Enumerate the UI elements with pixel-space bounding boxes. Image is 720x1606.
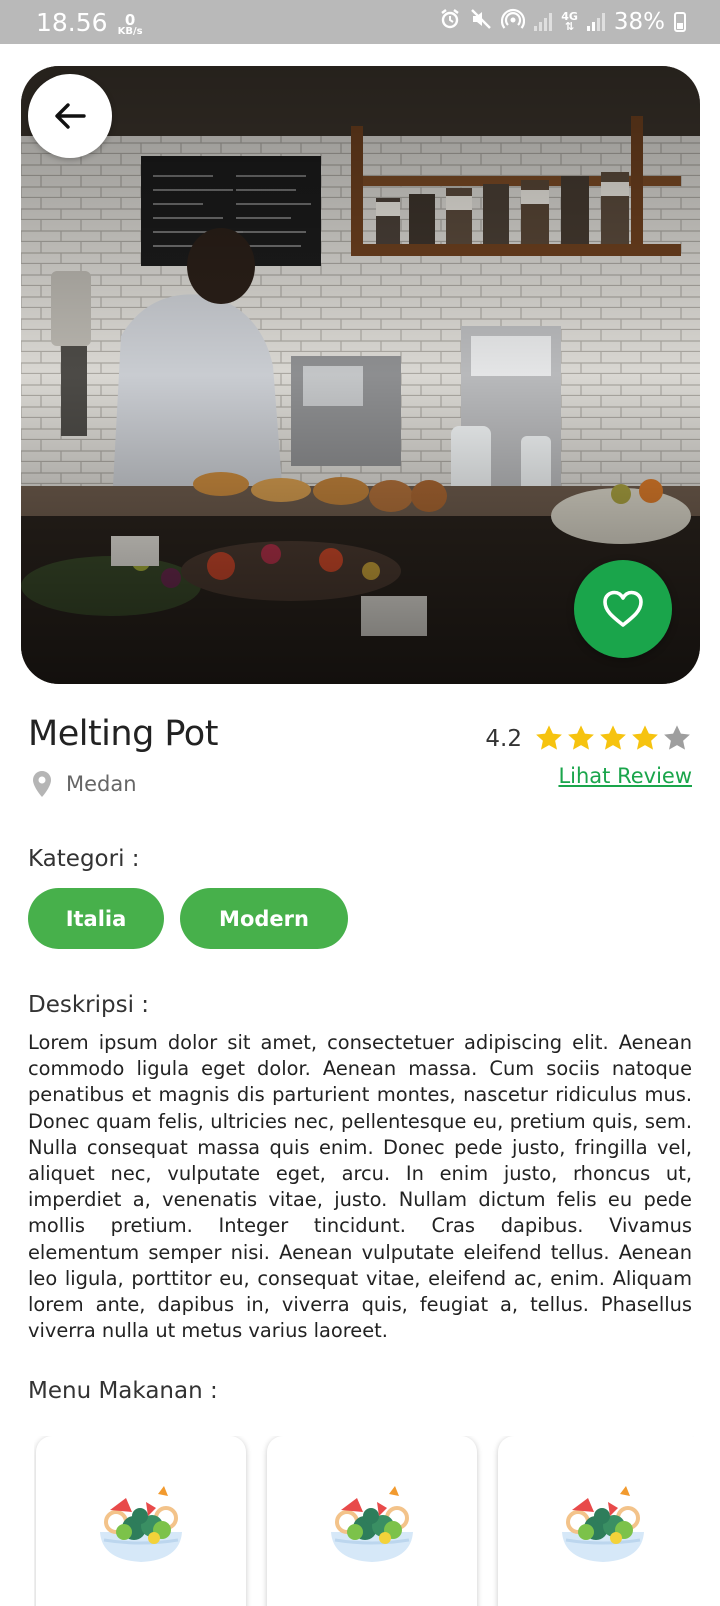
rating: 4.2	[485, 724, 692, 753]
net-speed-value: 0	[124, 10, 136, 29]
signal-icon	[534, 13, 553, 31]
location: Medan	[32, 770, 137, 798]
hotspot-icon	[501, 8, 526, 36]
mute-icon	[470, 8, 492, 36]
signal-icon	[586, 13, 605, 31]
menu-card[interactable]	[498, 1436, 694, 1606]
heart-outline-icon	[603, 590, 643, 627]
star-filled-icon	[536, 725, 562, 750]
menu-label: Menu Makanan :	[28, 1378, 218, 1404]
description-text: Lorem ipsum dolor sit amet, consectetuer…	[28, 1031, 692, 1343]
star-rating	[534, 724, 692, 753]
star-filled-icon	[568, 725, 594, 750]
salad-bowl-icon	[558, 1480, 648, 1574]
menu-card[interactable]	[36, 1436, 246, 1606]
back-button[interactable]	[28, 74, 112, 158]
status-bar: 18.56 0 KB/s 4G ⇅ 38%	[0, 0, 720, 44]
salad-bowl-icon	[96, 1480, 186, 1574]
category-chip[interactable]: Italia	[28, 888, 164, 949]
description-label: Deskripsi :	[28, 992, 150, 1018]
battery-percent: 38%	[613, 9, 665, 35]
arrow-left-icon	[55, 103, 86, 129]
favorite-button[interactable]	[574, 560, 672, 658]
menu-list[interactable]	[34, 1436, 694, 1606]
battery-icon	[674, 12, 686, 32]
salad-bowl-icon	[327, 1480, 417, 1574]
review-link[interactable]: Lihat Review	[558, 764, 692, 788]
alarm-icon	[439, 8, 461, 36]
category-label: Kategori :	[28, 846, 140, 872]
location-pin-icon	[33, 771, 51, 797]
net-speed: 0 KB/s	[117, 10, 143, 37]
category-chip[interactable]: Modern	[180, 888, 348, 949]
status-left: 18.56 0 KB/s	[36, 8, 143, 37]
menu-card[interactable]	[267, 1436, 477, 1606]
status-right: 4G ⇅ 38%	[439, 8, 686, 36]
restaurant-name: Melting Pot	[28, 714, 218, 754]
net-speed-unit: KB/s	[117, 25, 143, 37]
4g-data-icon: 4G ⇅	[561, 10, 578, 33]
location-text: Medan	[66, 772, 137, 796]
star-filled-icon	[600, 725, 626, 750]
star-empty-icon	[664, 725, 690, 750]
star-filled-icon	[632, 725, 658, 750]
rating-value: 4.2	[485, 725, 522, 752]
status-time: 18.56	[36, 7, 108, 37]
